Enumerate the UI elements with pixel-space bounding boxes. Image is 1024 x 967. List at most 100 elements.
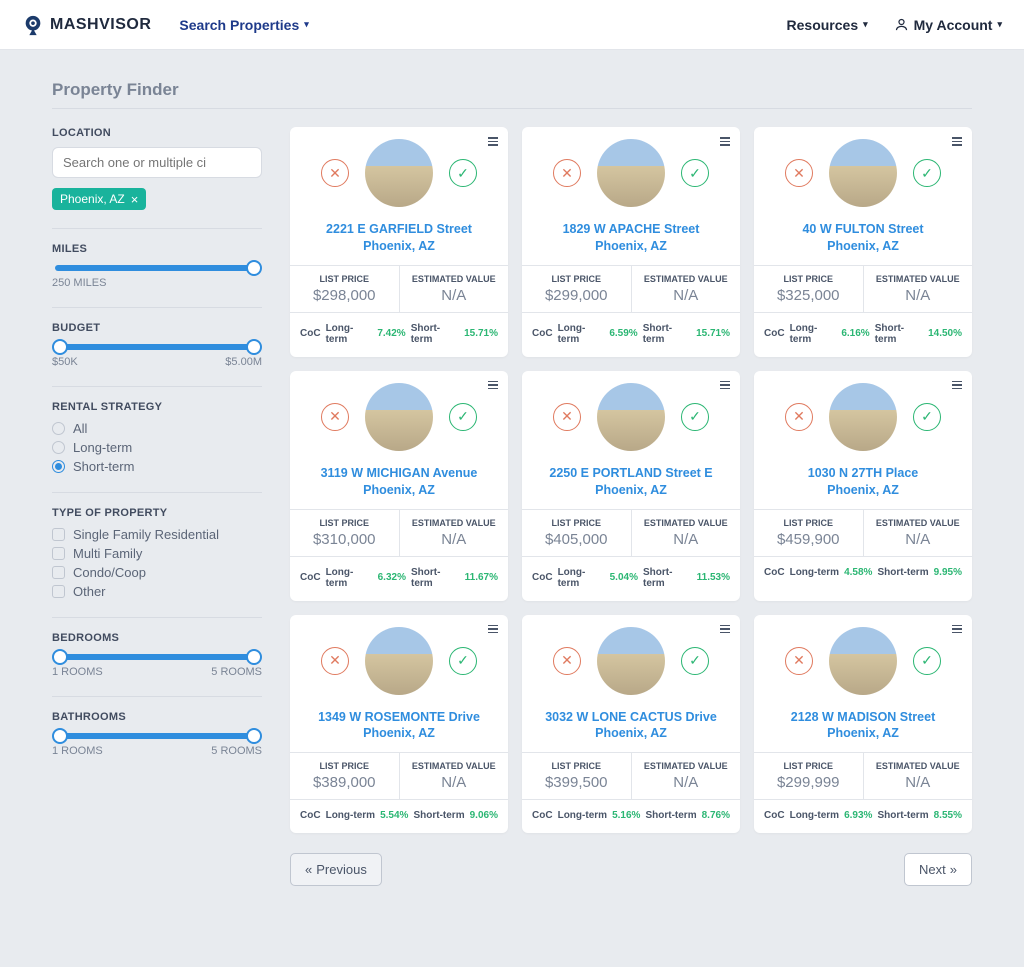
prev-button[interactable]: «Previous	[290, 853, 382, 886]
ptype-check[interactable]: Multi Family	[52, 546, 262, 561]
accept-button[interactable]: ✓	[681, 647, 709, 675]
reject-button[interactable]: ✕	[553, 159, 581, 187]
accept-button[interactable]: ✓	[449, 403, 477, 431]
slider-handle-min[interactable]	[52, 649, 68, 665]
chevron-down-icon: ▾	[997, 19, 1002, 30]
logo-icon	[22, 14, 44, 36]
estimated-value: N/A	[868, 774, 969, 791]
slider-handle[interactable]	[246, 260, 262, 276]
miles-slider[interactable]	[55, 265, 259, 271]
logo[interactable]: MASHVISOR	[22, 14, 151, 36]
accept-button[interactable]: ✓	[913, 403, 941, 431]
estimated-value: N/A	[404, 287, 505, 304]
estimated-value: N/A	[404, 531, 505, 548]
reject-button[interactable]: ✕	[321, 647, 349, 675]
coc-row: CoCLong-term6.32%Short-term11.67%	[290, 557, 508, 591]
coc-row: CoCLong-term5.54%Short-term9.06%	[290, 800, 508, 823]
location-chip[interactable]: Phoenix, AZ×	[52, 188, 146, 210]
nav-my-account[interactable]: My Account▾	[894, 17, 1002, 33]
accept-button[interactable]: ✓	[913, 159, 941, 187]
page-title: Property Finder	[52, 80, 972, 100]
slider-handle-min[interactable]	[52, 728, 68, 744]
property-address[interactable]: 1030 N 27TH PlacePhoenix, AZ	[754, 457, 972, 509]
nav-search-properties[interactable]: Search Properties▾	[179, 17, 308, 33]
estimated-value: N/A	[404, 774, 505, 791]
property-card: ✕✓2250 E PORTLAND Street EPhoenix, AZLIS…	[522, 371, 740, 601]
property-thumb	[597, 139, 665, 207]
property-card: ✕✓40 W FULTON StreetPhoenix, AZLIST PRIC…	[754, 127, 972, 357]
budget-slider[interactable]	[55, 344, 259, 350]
property-address[interactable]: 3032 W LONE CACTUS DrivePhoenix, AZ	[522, 701, 740, 753]
estimated-value: N/A	[868, 287, 969, 304]
reject-button[interactable]: ✕	[553, 647, 581, 675]
strategy-radio-long-term[interactable]: Long-term	[52, 440, 262, 455]
filter-bathrooms-label: BATHROOMS	[52, 711, 262, 723]
property-address[interactable]: 2221 E GARFIELD StreetPhoenix, AZ	[290, 213, 508, 265]
estimated-value: N/A	[636, 531, 737, 548]
filter-strategy-label: RENTAL STRATEGY	[52, 401, 262, 413]
menu-icon[interactable]	[952, 623, 962, 636]
property-address[interactable]: 1829 W APACHE StreetPhoenix, AZ	[522, 213, 740, 265]
accept-button[interactable]: ✓	[681, 403, 709, 431]
pagination: «Previous Next»	[290, 853, 972, 886]
strategy-radio-all[interactable]: All	[52, 421, 262, 436]
next-button[interactable]: Next»	[904, 853, 972, 886]
reject-button[interactable]: ✕	[553, 403, 581, 431]
menu-icon[interactable]	[952, 379, 962, 392]
property-card: ✕✓2128 W MADISON StreetPhoenix, AZLIST P…	[754, 615, 972, 834]
accept-button[interactable]: ✓	[913, 647, 941, 675]
property-thumb	[597, 627, 665, 695]
property-address[interactable]: 1349 W ROSEMONTE DrivePhoenix, AZ	[290, 701, 508, 753]
ptype-check[interactable]: Condo/Coop	[52, 565, 262, 580]
list-price: $405,000	[526, 531, 627, 548]
property-card: ✕✓3119 W MICHIGAN AvenuePhoenix, AZLIST …	[290, 371, 508, 601]
menu-icon[interactable]	[488, 379, 498, 392]
menu-icon[interactable]	[488, 623, 498, 636]
accept-button[interactable]: ✓	[681, 159, 709, 187]
nav-resources[interactable]: Resources▾	[787, 17, 868, 33]
property-address[interactable]: 40 W FULTON StreetPhoenix, AZ	[754, 213, 972, 265]
accept-button[interactable]: ✓	[449, 647, 477, 675]
bathrooms-slider[interactable]	[55, 733, 259, 739]
search-input[interactable]	[52, 147, 262, 178]
slider-handle-max[interactable]	[246, 649, 262, 665]
chevron-down-icon: ▾	[863, 19, 868, 30]
property-address[interactable]: 2250 E PORTLAND Street EPhoenix, AZ	[522, 457, 740, 509]
list-price: $299,999	[758, 774, 859, 791]
property-address[interactable]: 2128 W MADISON StreetPhoenix, AZ	[754, 701, 972, 753]
menu-icon[interactable]	[488, 135, 498, 148]
slider-handle-min[interactable]	[52, 339, 68, 355]
property-card: ✕✓1349 W ROSEMONTE DrivePhoenix, AZLIST …	[290, 615, 508, 834]
bedrooms-slider[interactable]	[55, 654, 259, 660]
reject-button[interactable]: ✕	[785, 403, 813, 431]
accept-button[interactable]: ✓	[449, 159, 477, 187]
ptype-check[interactable]: Other	[52, 584, 262, 599]
reject-button[interactable]: ✕	[321, 403, 349, 431]
slider-handle-max[interactable]	[246, 728, 262, 744]
list-price: $310,000	[294, 531, 395, 548]
sidebar-filters: LOCATION Phoenix, AZ× MILES 250 MILES BU…	[52, 127, 262, 886]
coc-row: CoCLong-term5.04%Short-term11.53%	[522, 557, 740, 591]
ptype-check[interactable]: Single Family Residential	[52, 527, 262, 542]
reject-button[interactable]: ✕	[785, 647, 813, 675]
reject-button[interactable]: ✕	[321, 159, 349, 187]
chevron-left-icon: «	[305, 862, 312, 877]
slider-handle-max[interactable]	[246, 339, 262, 355]
property-address[interactable]: 3119 W MICHIGAN AvenuePhoenix, AZ	[290, 457, 508, 509]
menu-icon[interactable]	[952, 135, 962, 148]
chevron-down-icon: ▾	[304, 19, 309, 30]
estimated-value: N/A	[636, 287, 737, 304]
menu-icon[interactable]	[720, 623, 730, 636]
close-icon[interactable]: ×	[131, 193, 139, 206]
user-icon	[894, 17, 909, 32]
coc-row: CoCLong-term4.58%Short-term9.95%	[754, 557, 972, 580]
strategy-radio-short-term[interactable]: Short-term	[52, 459, 262, 474]
filter-location-label: LOCATION	[52, 127, 262, 139]
filter-ptype-label: TYPE OF PROPERTY	[52, 507, 262, 519]
property-card: ✕✓3032 W LONE CACTUS DrivePhoenix, AZLIS…	[522, 615, 740, 834]
estimated-value: N/A	[636, 774, 737, 791]
menu-icon[interactable]	[720, 135, 730, 148]
menu-icon[interactable]	[720, 379, 730, 392]
list-price: $325,000	[758, 287, 859, 304]
reject-button[interactable]: ✕	[785, 159, 813, 187]
